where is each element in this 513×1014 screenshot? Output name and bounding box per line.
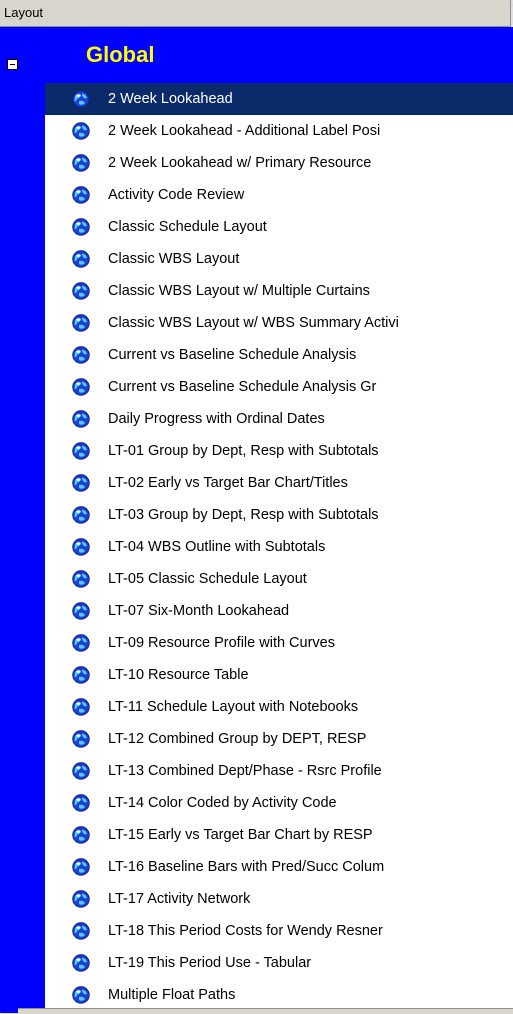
list-item-label: LT-10 Resource Table bbox=[108, 667, 249, 683]
list-item-label: Classic WBS Layout w/ Multiple Curtains bbox=[108, 283, 370, 299]
list-item[interactable]: LT-15 Early vs Target Bar Chart by RESP bbox=[45, 819, 513, 851]
list-item-label: 2 Week Lookahead - Additional Label Posi bbox=[108, 123, 381, 139]
list-item-label: LT-16 Baseline Bars with Pred/Succ Colum bbox=[108, 859, 385, 875]
group-row-global[interactable] bbox=[0, 27, 513, 83]
list-item[interactable]: LT-07 Six-Month Lookahead bbox=[45, 595, 513, 627]
list-item-label: LT-19 This Period Use - Tabular bbox=[108, 955, 312, 971]
list-item[interactable]: Current vs Baseline Schedule Analysis Gr bbox=[45, 371, 513, 403]
globe-layout-icon bbox=[72, 378, 90, 396]
list-item[interactable]: 2 Week Lookahead w/ Primary Resource bbox=[45, 147, 513, 179]
group-indent-strip bbox=[0, 27, 45, 1013]
globe-layout-icon bbox=[72, 538, 90, 556]
globe-layout-icon bbox=[72, 410, 90, 428]
globe-layout-icon bbox=[72, 250, 90, 268]
globe-layout-icon bbox=[72, 314, 90, 332]
list-item-label: LT-11 Schedule Layout with Notebooks bbox=[108, 699, 359, 715]
list-item[interactable]: LT-02 Early vs Target Bar Chart/Titles bbox=[45, 467, 513, 499]
list-item[interactable]: LT-11 Schedule Layout with Notebooks bbox=[45, 691, 513, 723]
globe-layout-icon bbox=[72, 218, 90, 236]
list-item-label: 2 Week Lookahead w/ Primary Resource bbox=[108, 155, 372, 171]
list-item[interactable]: Classic Schedule Layout bbox=[45, 211, 513, 243]
list-item-label: Classic Schedule Layout bbox=[108, 219, 267, 235]
globe-layout-icon bbox=[72, 442, 90, 460]
list-item-label: LT-13 Combined Dept/Phase - Rsrc Profile bbox=[108, 763, 382, 779]
list-item-label: LT-03 Group by Dept, Resp with Subtotals bbox=[108, 507, 379, 523]
list-item-label: LT-04 WBS Outline with Subtotals bbox=[108, 539, 326, 555]
globe-layout-icon bbox=[72, 922, 90, 940]
globe-layout-icon bbox=[72, 858, 90, 876]
collapse-minus-icon[interactable] bbox=[7, 59, 18, 70]
globe-layout-icon bbox=[72, 154, 90, 172]
list-item[interactable]: Current vs Baseline Schedule Analysis bbox=[45, 339, 513, 371]
list-item-label: 2 Week Lookahead bbox=[108, 91, 233, 107]
list-item-label: LT-15 Early vs Target Bar Chart by RESP bbox=[108, 827, 373, 843]
list-item-label: Classic WBS Layout bbox=[108, 251, 240, 267]
list-item[interactable]: LT-19 This Period Use - Tabular bbox=[45, 947, 513, 979]
list-item[interactable]: LT-18 This Period Costs for Wendy Resner bbox=[45, 915, 513, 947]
globe-layout-icon bbox=[72, 762, 90, 780]
list-item[interactable]: LT-12 Combined Group by DEPT, RESP bbox=[45, 723, 513, 755]
list-item-label: LT-05 Classic Schedule Layout bbox=[108, 571, 307, 587]
list-item-label: LT-17 Activity Network bbox=[108, 891, 251, 907]
list-item[interactable]: 2 Week Lookahead bbox=[45, 83, 513, 115]
list-item-label: LT-14 Color Coded by Activity Code bbox=[108, 795, 337, 811]
list-item[interactable]: LT-04 WBS Outline with Subtotals bbox=[45, 531, 513, 563]
globe-layout-icon bbox=[72, 346, 90, 364]
list-item[interactable]: LT-03 Group by Dept, Resp with Subtotals bbox=[45, 499, 513, 531]
list-item-label: LT-01 Group by Dept, Resp with Subtotals bbox=[108, 443, 379, 459]
list-item[interactable]: LT-14 Color Coded by Activity Code bbox=[45, 787, 513, 819]
list-item-label: Daily Progress with Ordinal Dates bbox=[108, 411, 325, 427]
list-item[interactable]: Classic WBS Layout w/ Multiple Curtains bbox=[45, 275, 513, 307]
layout-list: 2 Week Lookahead 2 Week Lookahead - Addit… bbox=[45, 83, 513, 1011]
list-item-label: Current vs Baseline Schedule Analysis bbox=[108, 347, 357, 363]
list-item[interactable]: Classic WBS Layout bbox=[45, 243, 513, 275]
horizontal-scrollbar-edge[interactable] bbox=[18, 1008, 513, 1014]
globe-layout-icon bbox=[72, 570, 90, 588]
list-item[interactable]: LT-09 Resource Profile with Curves bbox=[45, 627, 513, 659]
list-item[interactable]: Activity Code Review bbox=[45, 179, 513, 211]
group-title: Global bbox=[86, 42, 155, 67]
globe-layout-icon bbox=[72, 602, 90, 620]
globe-layout-icon bbox=[72, 986, 90, 1004]
list-item[interactable]: LT-16 Baseline Bars with Pred/Succ Colum bbox=[45, 851, 513, 883]
list-item[interactable]: LT-01 Group by Dept, Resp with Subtotals bbox=[45, 435, 513, 467]
globe-layout-icon bbox=[72, 698, 90, 716]
list-item-label: Classic WBS Layout w/ WBS Summary Activi bbox=[108, 315, 399, 331]
globe-layout-icon bbox=[72, 634, 90, 652]
globe-layout-icon bbox=[72, 890, 90, 908]
list-item-label: LT-02 Early vs Target Bar Chart/Titles bbox=[108, 475, 348, 491]
list-item-label: LT-12 Combined Group by DEPT, RESP bbox=[108, 731, 367, 747]
list-item-label: LT-07 Six-Month Lookahead bbox=[108, 603, 290, 619]
column-header-label: Layout bbox=[4, 5, 44, 20]
list-item[interactable]: Daily Progress with Ordinal Dates bbox=[45, 403, 513, 435]
list-item[interactable]: Multiple Float Paths bbox=[45, 979, 513, 1011]
list-item[interactable]: LT-05 Classic Schedule Layout bbox=[45, 563, 513, 595]
globe-layout-icon bbox=[72, 794, 90, 812]
list-item-label: Activity Code Review bbox=[108, 187, 245, 203]
globe-layout-icon bbox=[72, 282, 90, 300]
globe-layout-icon bbox=[72, 122, 90, 140]
globe-layout-icon bbox=[72, 90, 90, 108]
globe-layout-icon bbox=[72, 506, 90, 524]
globe-layout-icon bbox=[72, 954, 90, 972]
list-item[interactable]: LT-17 Activity Network bbox=[45, 883, 513, 915]
globe-layout-icon bbox=[72, 730, 90, 748]
list-item[interactable]: LT-13 Combined Dept/Phase - Rsrc Profile bbox=[45, 755, 513, 787]
globe-layout-icon bbox=[72, 666, 90, 684]
globe-layout-icon bbox=[72, 826, 90, 844]
list-item[interactable]: LT-10 Resource Table bbox=[45, 659, 513, 691]
list-item-label: Current vs Baseline Schedule Analysis Gr bbox=[108, 379, 377, 395]
globe-layout-icon bbox=[72, 186, 90, 204]
list-item[interactable]: Classic WBS Layout w/ WBS Summary Activi bbox=[45, 307, 513, 339]
list-item-label: LT-18 This Period Costs for Wendy Resner bbox=[108, 923, 383, 939]
globe-layout-icon bbox=[72, 474, 90, 492]
column-header-layout[interactable]: Layout bbox=[0, 0, 511, 27]
list-item[interactable]: 2 Week Lookahead - Additional Label Posi bbox=[45, 115, 513, 147]
list-item-label: LT-09 Resource Profile with Curves bbox=[108, 635, 335, 651]
list-item-label: Multiple Float Paths bbox=[108, 987, 236, 1003]
